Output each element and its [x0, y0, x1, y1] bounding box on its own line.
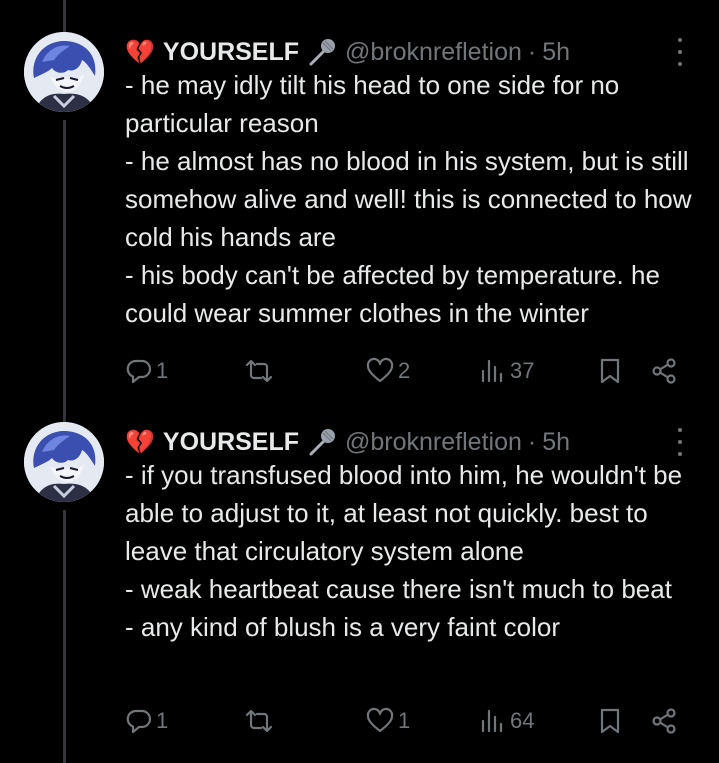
repost-icon — [243, 357, 275, 385]
like-button[interactable]: 1 — [365, 704, 410, 738]
bookmark-icon — [597, 357, 623, 385]
repost-icon — [243, 707, 275, 735]
tweet-line: - he may idly tilt his head to one side … — [125, 70, 620, 138]
broken-heart-icon: 💔 — [125, 428, 155, 456]
share-icon — [651, 357, 679, 385]
separator: · — [527, 37, 537, 66]
repost-button[interactable] — [243, 354, 278, 388]
like-icon — [365, 357, 395, 385]
thread-line-middle — [63, 120, 66, 424]
views-icon — [479, 707, 507, 735]
tweet-actions: 1 2 37 — [125, 354, 685, 388]
bookmark-icon — [597, 707, 623, 735]
reply-button[interactable]: 1 — [125, 354, 168, 388]
microphone-icon — [307, 427, 337, 457]
timestamp[interactable]: 5h — [542, 428, 570, 457]
bookmark-button[interactable] — [597, 354, 623, 388]
like-count: 2 — [398, 358, 411, 383]
tweet-line: - any kind of blush is a very faint colo… — [125, 612, 560, 642]
reply-count: 1 — [156, 358, 169, 383]
repost-button[interactable] — [243, 704, 278, 738]
broken-heart-icon: 💔 — [125, 38, 155, 66]
share-button[interactable] — [651, 704, 679, 738]
like-button[interactable]: 2 — [365, 354, 410, 388]
tweet-line: - his body can't be affected by temperat… — [125, 260, 660, 328]
display-name[interactable]: YOURSELF — [163, 428, 299, 457]
avatar[interactable] — [24, 422, 104, 502]
tweet-line: - weak heartbeat cause there isn't much … — [125, 574, 672, 604]
thread-line-top — [63, 0, 66, 34]
reply-icon — [125, 707, 153, 735]
views-count: 37 — [510, 358, 535, 383]
share-button[interactable] — [651, 354, 679, 388]
more-icon[interactable] — [668, 38, 692, 66]
views-button[interactable]: 37 — [479, 354, 534, 388]
tweet-line: - he almost has no blood in his system, … — [125, 146, 692, 252]
like-icon — [365, 707, 395, 735]
display-name[interactable]: YOURSELF — [163, 38, 299, 67]
share-icon — [651, 707, 679, 735]
reply-count: 1 — [156, 708, 169, 733]
tweet-actions: 1 1 64 — [125, 704, 685, 738]
more-icon[interactable] — [668, 428, 692, 456]
user-handle[interactable]: @broknrefletion — [345, 428, 522, 457]
views-icon — [479, 357, 507, 385]
user-handle[interactable]: @broknrefletion — [345, 38, 522, 67]
tweet-text: - he may idly tilt his head to one side … — [125, 66, 705, 332]
timestamp[interactable]: 5h — [542, 38, 570, 67]
separator: · — [527, 427, 537, 456]
bookmark-button[interactable] — [597, 704, 623, 738]
tweet-text: - if you transfused blood into him, he w… — [125, 456, 705, 646]
microphone-icon — [307, 37, 337, 67]
reply-icon — [125, 357, 153, 385]
views-button[interactable]: 64 — [479, 704, 534, 738]
like-count: 1 — [398, 708, 411, 733]
thread-line-bottom — [63, 510, 66, 763]
reply-button[interactable]: 1 — [125, 704, 168, 738]
avatar[interactable] — [24, 32, 104, 112]
views-count: 64 — [510, 708, 535, 733]
tweet-line: - if you transfused blood into him, he w… — [125, 460, 683, 566]
